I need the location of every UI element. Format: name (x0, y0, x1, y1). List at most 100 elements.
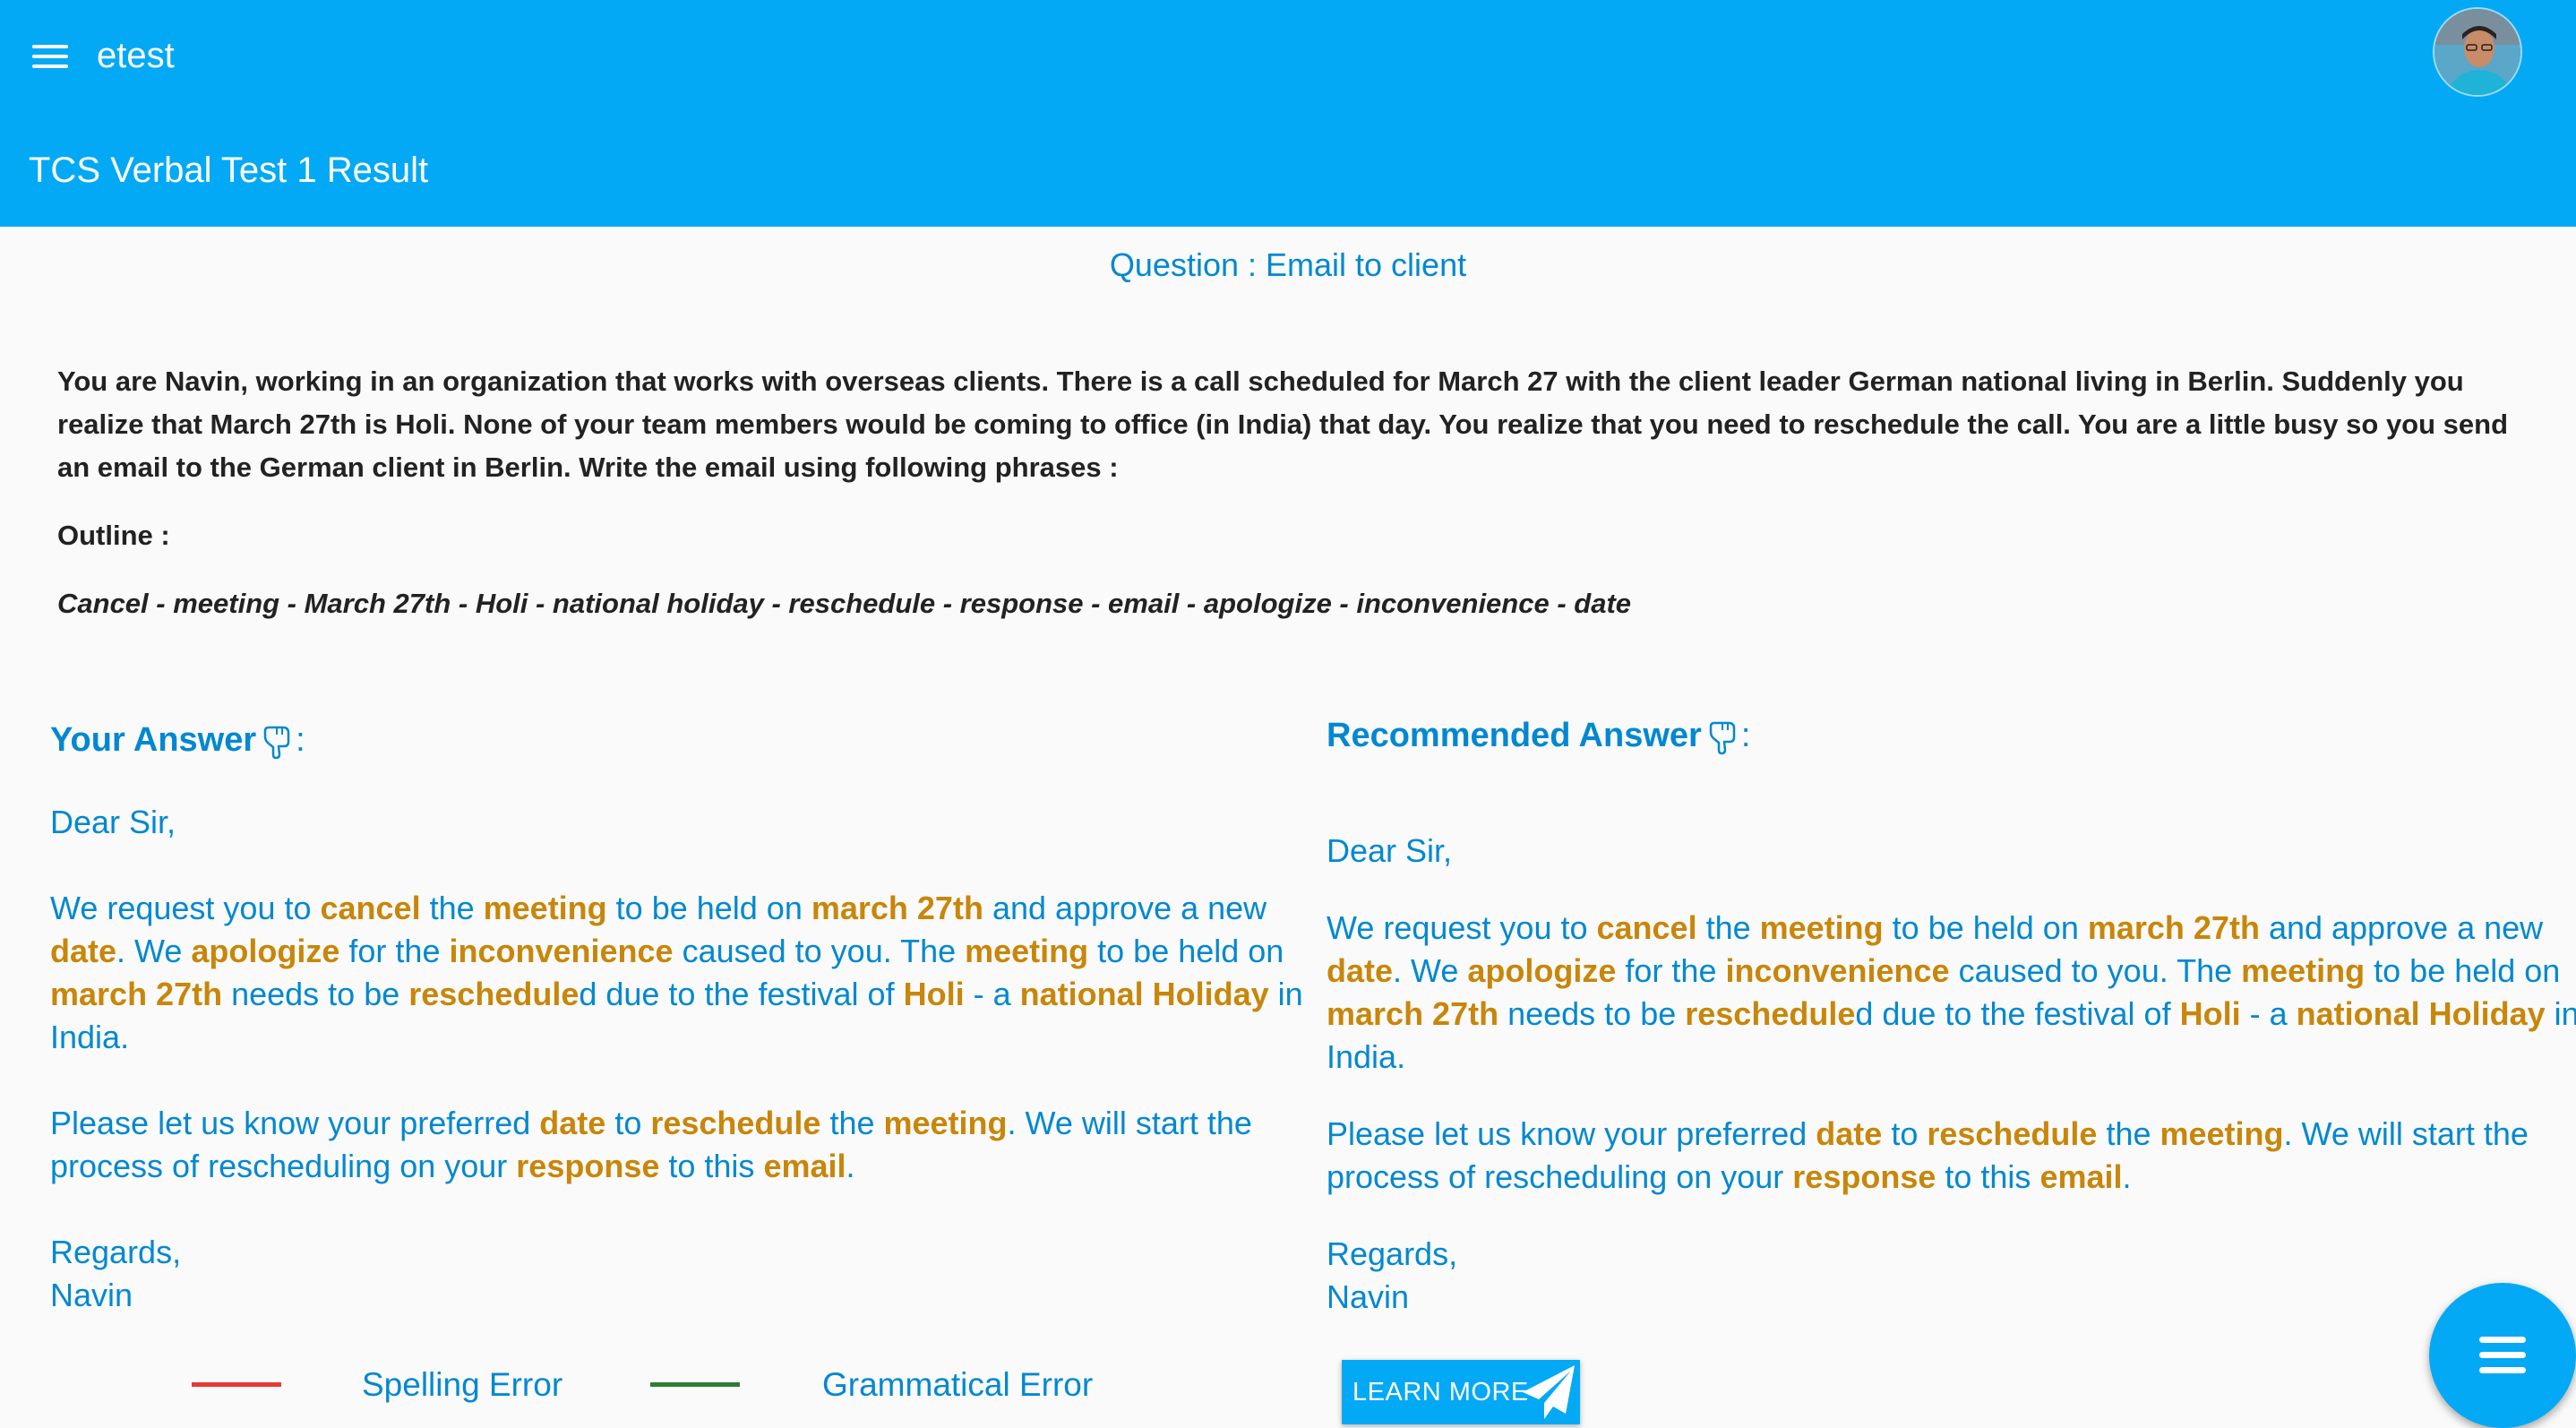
app-header: etest TCS Verbal Test 1 Result (0, 0, 2576, 227)
email-text: the (2097, 1115, 2160, 1152)
keyword: march 27th (2087, 909, 2260, 946)
recommended-answer-heading: Recommended Answer : (1327, 710, 1750, 761)
keyword: apologize (191, 933, 340, 969)
learn-more-button[interactable]: LEARN MORE (1342, 1360, 1580, 1424)
keyword: Holi (2179, 995, 2241, 1032)
email-text: to be held on (1883, 909, 2088, 946)
email-signature: Navin (50, 1277, 133, 1313)
email-text: the (420, 890, 484, 926)
email-text: . We (116, 933, 192, 969)
grammatical-error-swatch (650, 1382, 740, 1387)
email-text: . (2122, 1158, 2132, 1195)
recommended-answer-title: Recommended Answer (1327, 717, 1702, 754)
email-text: and approve a new (983, 890, 1267, 926)
keyword: reschedule (650, 1105, 821, 1141)
your-answer-body: Dear Sir, We request you to cancel the m… (50, 801, 1304, 1317)
keyword: reschedule (408, 976, 580, 1012)
keyword: meeting (1759, 909, 1884, 946)
keyword: national Holiday (2296, 995, 2546, 1032)
keyword: march 27th (50, 976, 223, 1012)
grammatical-error-label: Grammatical Error (822, 1366, 1094, 1403)
keyword: meeting (883, 1105, 1008, 1141)
email-text: - a (964, 976, 1020, 1012)
email-text: for the (339, 933, 450, 969)
question-text: You are Navin, working in an organizatio… (57, 366, 2509, 483)
keyword: email (2039, 1158, 2123, 1195)
your-answer-heading: Your Answer : (50, 715, 305, 765)
keyword: response (516, 1148, 660, 1184)
recommended-answer-colon: : (1740, 717, 1751, 754)
email-text: Please let us know your preferred (50, 1105, 540, 1141)
email-paragraph-1: We request you to cancel the meeting to … (50, 887, 1304, 1059)
email-paragraph-2: Please let us know your preferred date t… (50, 1102, 1304, 1188)
hamburger-menu-icon[interactable] (32, 41, 68, 70)
email-text: to this (1936, 1158, 2040, 1195)
keyword: reschedule (1927, 1115, 2098, 1152)
email-text: . We (1393, 952, 1468, 989)
email-text: caused to you. The (1949, 952, 2242, 989)
keyword: email (763, 1148, 846, 1184)
keyword: date (539, 1105, 606, 1141)
email-text: . (846, 1148, 855, 1184)
email-paragraph-2: Please let us know your preferred date t… (1327, 1113, 2576, 1199)
avatar-icon (2434, 9, 2520, 95)
spelling-error-swatch (192, 1382, 281, 1387)
app-title: etest (97, 36, 175, 75)
keyword: Holi (903, 976, 965, 1012)
keyword: meeting (965, 933, 1089, 969)
keyword: response (1792, 1158, 1936, 1195)
question-title: Question : Email to client (1109, 246, 1467, 283)
keyword: meeting (483, 890, 607, 926)
keyword: march 27th (811, 890, 983, 926)
keyword: date (50, 933, 117, 969)
your-answer-title: Your Answer (50, 721, 257, 759)
keyword: meeting (2160, 1115, 2284, 1152)
email-closing: Regards, (1327, 1235, 1458, 1272)
page-title: TCS Verbal Test 1 Result (29, 151, 429, 190)
spelling-error-label: Spelling Error (362, 1366, 563, 1403)
keyword: national Holiday (1019, 976, 1269, 1012)
keyword: inconvenience (449, 933, 674, 969)
email-text: d due to the festival of (579, 976, 904, 1012)
paper-plane-icon (1523, 1365, 1575, 1419)
email-text: - a (2240, 995, 2297, 1032)
pointing-hand-icon (1709, 721, 1736, 755)
email-paragraph-1: We request you to cancel the meeting to … (1327, 907, 2576, 1079)
user-avatar[interactable] (2433, 7, 2522, 97)
keyword: date (1816, 1115, 1883, 1152)
learn-more-label: LEARN MORE (1352, 1377, 1529, 1406)
keyword: apologize (1467, 952, 1617, 989)
email-text: the (820, 1105, 884, 1141)
email-text: d due to the festival of (1855, 995, 2180, 1032)
keyword: date (1327, 952, 1394, 989)
email-text: to be held on (2365, 952, 2561, 989)
pointing-hand-icon (263, 726, 290, 760)
email-text: We request you to (1327, 909, 1597, 946)
email-text: caused to you. The (673, 933, 966, 969)
outline-text: Cancel - meeting - March 27th - Holi - n… (57, 588, 1632, 619)
email-greeting: Dear Sir, (1327, 832, 1453, 869)
email-text: to (605, 1105, 651, 1141)
email-text: to be held on (1088, 933, 1284, 969)
email-closing: Regards, (50, 1234, 182, 1270)
email-text: needs to be (1498, 995, 1686, 1032)
outline-label: Outline : (57, 520, 170, 551)
recommended-answer-body: Dear Sir, We request you to cancel the m… (1327, 830, 2576, 1319)
email-text: to this (659, 1148, 764, 1184)
email-text: We request you to (50, 890, 321, 926)
email-text: and approve a new (2259, 909, 2544, 946)
email-text: Please let us know your preferred (1327, 1115, 1816, 1152)
email-signature: Navin (1327, 1278, 1410, 1315)
keyword: meeting (2241, 952, 2366, 989)
email-greeting: Dear Sir, (50, 804, 176, 840)
email-text: the (1696, 909, 1760, 946)
keyword: reschedule (1685, 995, 1856, 1032)
email-text: needs to be (222, 976, 409, 1012)
keyword: inconvenience (1725, 952, 1950, 989)
your-answer-colon: : (296, 721, 305, 759)
email-text: to be held on (606, 890, 811, 926)
floating-menu-button[interactable] (2429, 1283, 2576, 1428)
keyword: march 27th (1327, 995, 1499, 1032)
email-text: for the (1616, 952, 1726, 989)
keyword: cancel (320, 890, 421, 926)
